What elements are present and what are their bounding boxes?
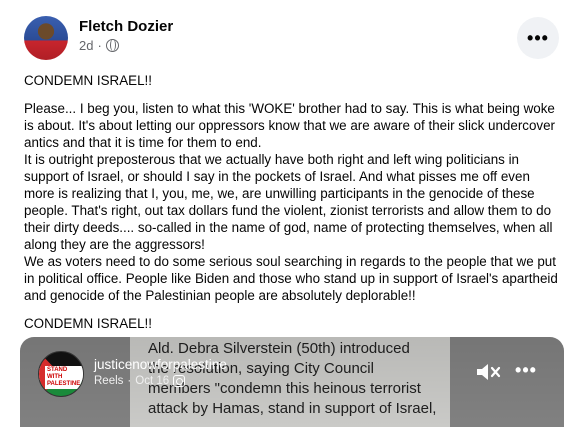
reel-caption-line: Ald. Debra Silverstein (50th) introduced bbox=[148, 340, 410, 357]
author-avatar[interactable] bbox=[24, 16, 68, 60]
shared-reel[interactable]: Ald. Debra Silverstein (50th) introduced… bbox=[20, 337, 564, 427]
author-name[interactable]: Fletch Dozier bbox=[79, 18, 173, 35]
post-paragraph: CONDEMN ISRAEL!! bbox=[24, 316, 152, 331]
instagram-icon bbox=[173, 375, 186, 387]
post-meta: 2d · bbox=[79, 38, 119, 53]
post-paragraph: It is outright preposterous that we actu… bbox=[24, 152, 553, 252]
post-paragraph: Please... I beg you, listen to what this… bbox=[24, 101, 556, 150]
more-options-button[interactable]: ••• bbox=[517, 17, 559, 59]
post-header: Fletch Dozier 2d · ••• bbox=[24, 16, 564, 60]
reel-caption-line: members "condemn this heinous terrorist bbox=[148, 380, 421, 397]
reel-type: Reels bbox=[94, 375, 124, 387]
reel-caption: Ald. Debra Silverstein (50th) introduced… bbox=[148, 339, 448, 419]
post-paragraph: CONDEMN ISRAEL!! bbox=[24, 73, 152, 88]
reel-more-options-button[interactable]: ••• bbox=[512, 359, 540, 381]
post-time[interactable]: 2d bbox=[79, 38, 93, 53]
globe-icon bbox=[105, 39, 119, 52]
reel-avatar-text: STAND WITH PALESTINE bbox=[45, 366, 83, 389]
post-text: CONDEMN ISRAEL!! Please... I beg you, li… bbox=[24, 72, 564, 332]
reel-date: Oct 16 bbox=[135, 375, 170, 387]
reel-account-name[interactable]: justicenowforpalestine bbox=[94, 357, 227, 372]
reel-caption-line: attack by Hamas, stand in support of Isr… bbox=[148, 400, 437, 417]
post-paragraph: We as voters need to do some serious sou… bbox=[24, 254, 558, 303]
mute-icon[interactable] bbox=[475, 361, 501, 383]
reel-account-avatar[interactable]: STAND WITH PALESTINE bbox=[38, 351, 84, 397]
reel-meta: Reels · Oct 16 bbox=[94, 375, 186, 387]
